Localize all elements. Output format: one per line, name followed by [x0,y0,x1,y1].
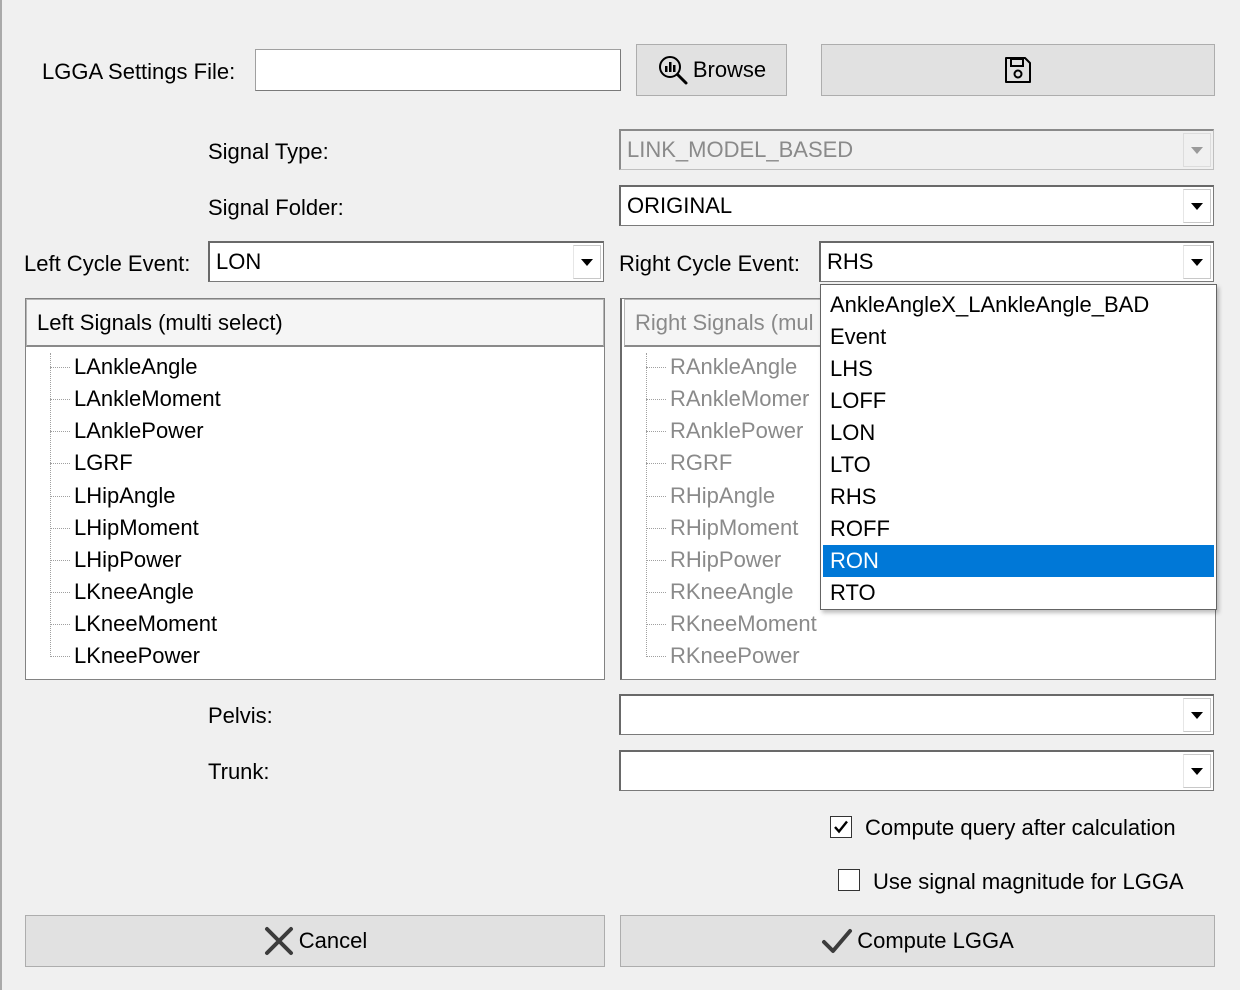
list-item[interactable]: LHipMoment [74,512,199,544]
left-cycle-select[interactable]: LON [208,241,604,282]
tree-branch [50,399,70,400]
tree-branch [50,560,70,561]
tree-branch [646,399,666,400]
save-icon [1005,57,1031,83]
left-signals-items: LAnkleAngle LAnkleMoment LAnklePower LGR… [26,349,604,679]
dropdown-option[interactable]: LOFF [823,385,1214,417]
chevron-down-icon[interactable] [1183,189,1211,223]
left-signals-header: Left Signals (multi select) [26,299,604,347]
tree-branch [646,624,666,625]
tree-branch [646,528,666,529]
close-icon [264,927,293,955]
signal-type-label: Signal Type: [208,139,329,164]
compute-lgga-label: Compute LGGA [857,928,1014,953]
cancel-button[interactable]: Cancel [25,915,605,967]
use-magnitude-label[interactable]: Use signal magnitude for LGGA [873,869,1184,895]
list-item: RHipAngle [670,483,776,508]
tree-branch [646,656,666,657]
pelvis-label: Pelvis: [208,703,273,728]
list-item: RAnkleAngle [670,354,798,379]
tree-branch [50,367,70,368]
settings-file-input[interactable] [255,49,621,91]
dropdown-option-highlighted[interactable]: RON [823,545,1214,577]
dropdown-option[interactable]: RHS [823,481,1214,513]
dropdown-option[interactable]: Event [823,321,1214,353]
save-button[interactable] [821,44,1215,96]
chevron-down-icon[interactable] [573,245,601,279]
browse-label: Browse [692,57,767,82]
right-cycle-value: RHS [827,249,874,274]
list-item: RKneeMoment [670,611,817,636]
tree-branch [646,367,666,368]
right-cycle-select[interactable]: RHS [819,241,1214,282]
dropdown-option[interactable]: LHS [823,353,1214,385]
list-item: RAnkleMomer [670,386,810,411]
signal-folder-select[interactable]: ORIGINAL [619,185,1214,226]
list-item[interactable]: LGRF [74,447,133,479]
list-item: RHipMoment [670,515,799,540]
signal-folder-value: ORIGINAL [627,193,733,218]
right-cycle-dropdown[interactable]: AnkleAngleX_LAnkleAngle_BAD Event LHS LO… [820,284,1217,610]
dropdown-option[interactable]: AnkleAngleX_LAnkleAngle_BAD [823,289,1214,321]
tree-branch [50,624,70,625]
compute-lgga-button[interactable]: Compute LGGA [620,915,1215,967]
list-item[interactable]: LKneeAngle [74,576,194,608]
cancel-label: Cancel [298,928,368,953]
tree-branch [50,431,70,432]
dropdown-option[interactable]: RTO [823,577,1214,609]
chevron-down-icon[interactable] [1183,245,1211,279]
tree-branch [50,656,70,657]
list-item[interactable]: LAnkleAngle [74,351,198,383]
browse-button[interactable]: Browse [636,44,787,96]
tree-branch [646,431,666,432]
list-item[interactable]: LKneeMoment [74,608,217,640]
window-left-border [0,0,2,990]
list-item[interactable]: LAnklePower [74,415,204,447]
right-cycle-label: Right Cycle Event: [619,251,800,276]
list-item: RKneePower [670,643,800,668]
search-chart-icon [658,56,688,85]
tree-branch [646,463,666,464]
compute-query-label[interactable]: Compute query after calculation [865,815,1176,841]
trunk-select[interactable] [619,750,1214,791]
left-cycle-label: Left Cycle Event: [24,251,191,276]
chevron-down-icon[interactable] [1183,698,1211,732]
trunk-label: Trunk: [208,759,270,784]
signal-folder-label: Signal Folder: [208,195,344,220]
use-magnitude-checkbox[interactable] [838,869,860,891]
left-signals-list[interactable]: Left Signals (multi select) LAnkleAngle … [25,298,605,680]
dropdown-option[interactable]: ROFF [823,513,1214,545]
pelvis-select[interactable] [619,694,1214,735]
dropdown-option[interactable]: LON [823,417,1214,449]
list-item: RAnklePower [670,418,804,443]
chevron-down-icon[interactable] [1183,754,1211,788]
signal-type-select[interactable]: LINK_MODEL_BASED [619,129,1214,170]
chevron-down-icon [1183,133,1211,167]
signal-type-value: LINK_MODEL_BASED [627,137,854,162]
list-item: RGRF [670,450,733,475]
tree-branch [50,496,70,497]
checkmark-icon [834,820,848,834]
tree-branch [646,592,666,593]
tree-branch [50,528,70,529]
tree-branch [646,496,666,497]
list-item: RKneeAngle [670,579,794,604]
settings-file-label: LGGA Settings File: [42,59,236,84]
tree-branch [646,560,666,561]
left-cycle-value: LON [216,249,262,274]
check-icon [822,929,853,953]
list-item[interactable]: LKneePower [74,640,200,672]
tree-branch [50,463,70,464]
list-item[interactable]: LHipPower [74,544,182,576]
dropdown-option[interactable]: LTO [823,449,1214,481]
list-item[interactable]: LAnkleMoment [74,383,221,415]
list-item[interactable]: LHipAngle [74,480,176,512]
list-item: RHipPower [670,547,782,572]
compute-query-checkbox[interactable] [830,816,852,838]
tree-branch [50,592,70,593]
